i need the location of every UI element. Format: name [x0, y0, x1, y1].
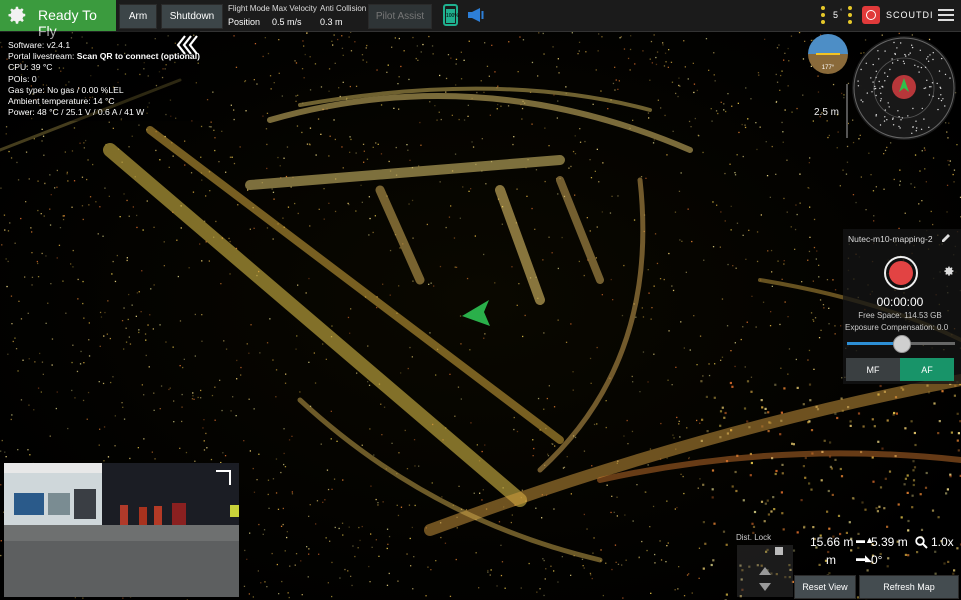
shutdown-button[interactable]: Shutdown: [161, 4, 223, 29]
cpu-temp: CPU: 39 °C: [8, 62, 53, 73]
top-toolbar: Ready To Fly Arm Shutdown Flight Mode Po…: [0, 0, 961, 39]
max-velocity-value: 0.5 m/s: [272, 17, 302, 27]
manual-focus-button[interactable]: MF: [846, 358, 900, 381]
session-name: Nutec-m10-mapping-2: [848, 234, 933, 244]
exposure-label: Exposure Compensation: 0.0: [845, 323, 949, 332]
ambient-temp: Ambient temperature: 14 °C: [8, 96, 115, 107]
distance-readout: 15.66 m: [810, 535, 854, 549]
poi-count: POIs: 0: [8, 73, 37, 84]
exposure-slider[interactable]: [847, 335, 955, 353]
refresh-map-button[interactable]: Refresh Map: [859, 575, 959, 599]
anti-collision-field[interactable]: Anti Collision 0.3 m: [320, 4, 366, 27]
collapse-chevron-icon[interactable]: [176, 34, 200, 56]
satellite-icon: °: [840, 9, 843, 15]
hamburger-menu-icon[interactable]: [938, 9, 954, 21]
pitch-icon: ▬◣: [856, 553, 872, 563]
megaphone-icon[interactable]: [467, 7, 485, 23]
recording-panel: Nutec-m10-mapping-2 00:00:00 Free Space:…: [843, 229, 961, 384]
record-button[interactable]: [884, 256, 918, 290]
flight-mode-label: Flight Mode: [228, 4, 270, 13]
signal-dots-icon: [821, 6, 825, 24]
artificial-horizon: 177°: [808, 34, 848, 74]
altitude-readout: 2.5 m: [814, 107, 840, 118]
height-readout: 5.39 m: [871, 535, 908, 549]
map-stats: 15.66 m ▬▲ 5.39 m 1.0x m ▬◣ 0°: [800, 530, 961, 570]
heading-readout: 177°: [821, 65, 835, 71]
brand-name: SCOUTDI: [886, 10, 934, 20]
angle-readout: 0°: [871, 553, 883, 567]
pilot-assist-button[interactable]: Pilot Assist: [368, 4, 432, 29]
lock-toggle-icon: [775, 547, 783, 555]
auto-focus-button[interactable]: AF: [900, 358, 954, 381]
gas-reading: Gas type: No gas / 0.00 %LEL: [8, 84, 124, 95]
max-velocity-field[interactable]: Max Velocity 0.5 m/s: [272, 4, 317, 27]
exposure-slider-thumb[interactable]: [893, 335, 911, 353]
portal-livestream: Portal livestream: Scan QR to connect (o…: [8, 51, 200, 62]
radar-minimap[interactable]: [852, 36, 956, 140]
edit-pencil-icon[interactable]: [941, 233, 951, 243]
arm-button[interactable]: Arm: [119, 4, 157, 29]
recording-timer: 00:00:00: [876, 295, 924, 309]
dist-lock-label: Dist. Lock: [736, 533, 772, 542]
software-version: Software: v2.4.1: [8, 40, 71, 50]
altitude-scale: [846, 84, 848, 138]
power-reading: Power: 48 °C / 25.1 V / 0.6 A / 41 W: [8, 107, 145, 118]
free-space: Free Space: 114.53 GB: [858, 311, 942, 320]
max-velocity-label: Max Velocity: [272, 4, 317, 13]
battery-icon: 100%: [443, 4, 459, 26]
satellite-count: 5: [833, 10, 839, 20]
scoutdi-logo-icon: [862, 6, 880, 24]
flight-mode-value: Position: [228, 17, 261, 27]
signal-dots-icon-2: [848, 6, 852, 24]
zoom-magnifier-icon: [915, 536, 928, 549]
dist-lock-joystick[interactable]: [737, 545, 793, 597]
distance-unit: m: [826, 553, 836, 567]
battery-level-label: 100%: [446, 9, 459, 23]
telemetry-overlay: Software: v2.4.1 Portal livestream: Scan…: [0, 31, 200, 121]
zoom-readout: 1.0x: [931, 535, 954, 549]
flight-mode-field[interactable]: Flight Mode Position: [228, 4, 270, 27]
gear-icon[interactable]: [6, 4, 28, 26]
reset-view-button[interactable]: Reset View: [794, 575, 856, 599]
camera-feed-thumbnail[interactable]: [4, 463, 239, 597]
flight-status-badge: Ready To Fly: [0, 0, 116, 39]
anti-collision-value: 0.3 m: [320, 17, 343, 27]
anti-collision-label: Anti Collision: [320, 4, 367, 13]
camera-settings-gear-icon[interactable]: [943, 265, 955, 277]
